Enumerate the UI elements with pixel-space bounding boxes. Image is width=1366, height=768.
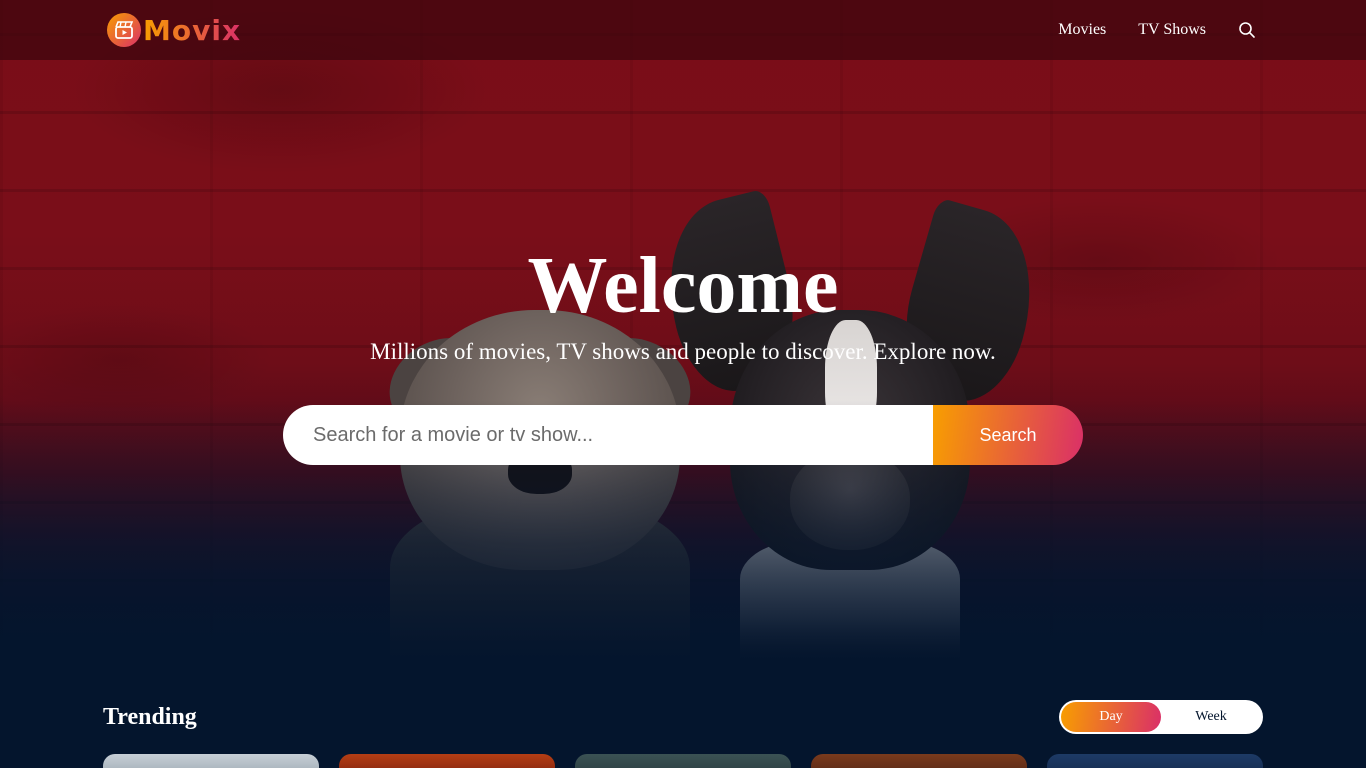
- trending-card[interactable]: [575, 754, 791, 768]
- trending-card[interactable]: [339, 754, 555, 768]
- trending-carousel: [103, 754, 1263, 768]
- trending-day-week-switch: Day Week: [1059, 700, 1263, 734]
- hero-subtitle: Millions of movies, TV shows and people …: [370, 339, 996, 364]
- hero-search-bar: Search: [283, 405, 1083, 465]
- logo[interactable]: Movix: [107, 10, 241, 50]
- top-header: Movix Movies TV Shows: [0, 0, 1366, 60]
- search-input[interactable]: [283, 405, 933, 465]
- search-icon[interactable]: [1238, 21, 1256, 39]
- hero-title: Welcome: [527, 242, 839, 330]
- main-nav: Movies TV Shows: [1026, 0, 1256, 60]
- trending-card[interactable]: [103, 754, 319, 768]
- trending-card[interactable]: [1047, 754, 1263, 768]
- logo-text: Movix: [143, 13, 242, 47]
- tab-day[interactable]: Day: [1061, 702, 1161, 732]
- movie-clapper-icon: [107, 13, 141, 47]
- trending-card[interactable]: [811, 754, 1027, 768]
- tab-week[interactable]: Week: [1161, 702, 1261, 732]
- nav-movies[interactable]: Movies: [1058, 21, 1106, 39]
- nav-tv-shows[interactable]: TV Shows: [1138, 21, 1206, 39]
- trending-title: Trending: [103, 704, 197, 730]
- search-button[interactable]: Search: [933, 405, 1083, 465]
